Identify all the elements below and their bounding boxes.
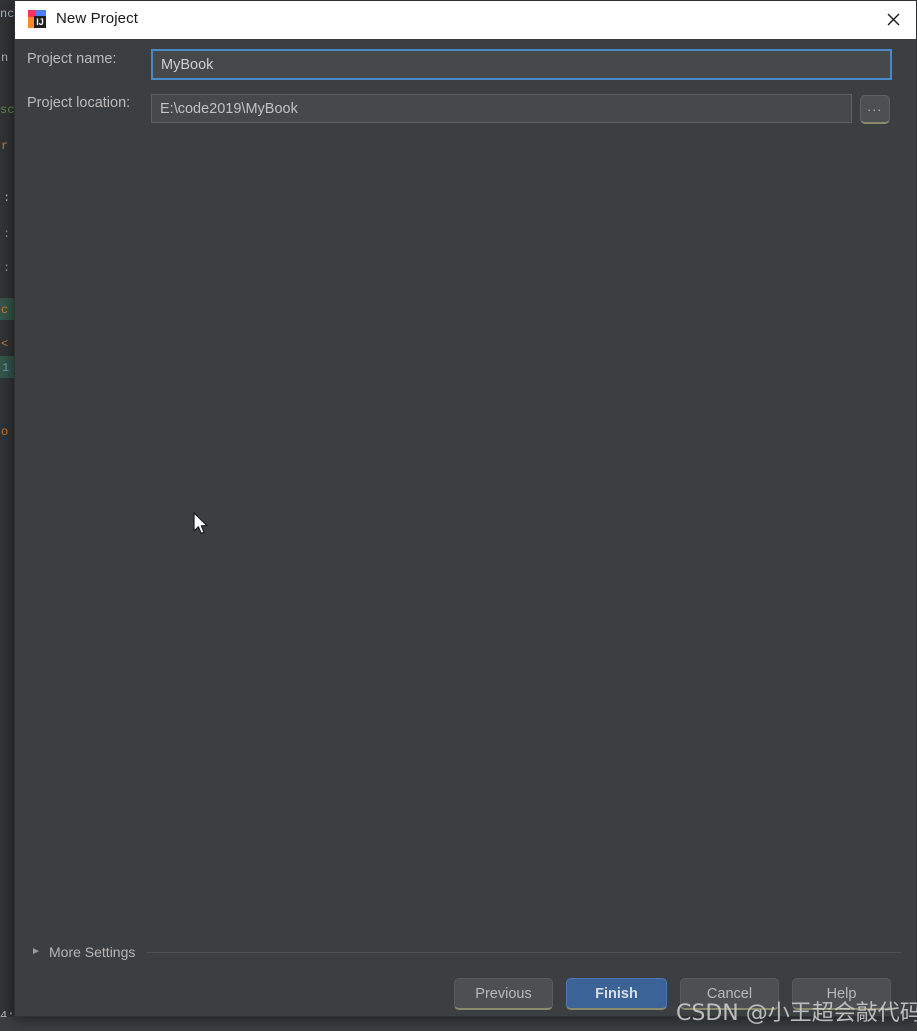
ide-status-bar (0, 1017, 917, 1031)
previous-button[interactable]: Previous (454, 978, 553, 1010)
browse-location-button[interactable]: ... (860, 95, 890, 124)
code-fragment: r (1, 139, 9, 153)
code-fragment: : (3, 261, 11, 275)
code-fragment: o (1, 425, 9, 439)
dialog-body: Project name: Project location: ... ► Mo… (15, 39, 916, 1016)
project-name-input[interactable] (151, 49, 892, 80)
intellij-idea-icon: IJ (27, 9, 47, 29)
more-settings-divider (147, 951, 901, 953)
more-settings-label: More Settings (49, 944, 136, 960)
code-fragment: n (1, 51, 9, 65)
code-fragment: < (1, 337, 9, 351)
code-fragment: nc (0, 7, 15, 21)
svg-text:IJ: IJ (36, 17, 44, 27)
project-name-label: Project name: (27, 51, 117, 67)
code-fragment: : (3, 227, 11, 241)
new-project-dialog: IJ New Project Project name: Project loc… (14, 0, 917, 1017)
code-fragment: sc (0, 103, 15, 117)
ide-gutter (0, 0, 14, 1031)
help-button[interactable]: Help (792, 978, 891, 1010)
code-fragment: c (1, 303, 9, 317)
code-fragment: 1 (2, 361, 10, 375)
project-location-input[interactable] (151, 94, 852, 123)
mouse-cursor (192, 512, 212, 538)
finish-button[interactable]: Finish (566, 978, 667, 1010)
chevron-right-icon: ► (31, 946, 41, 957)
close-icon[interactable] (870, 1, 916, 38)
cancel-button[interactable]: Cancel (680, 978, 779, 1010)
code-fragment: : (3, 191, 11, 205)
more-settings-toggle[interactable]: ► More Settings (31, 942, 901, 962)
dialog-title: New Project (56, 10, 138, 27)
dialog-titlebar: IJ New Project (15, 1, 916, 40)
project-location-label: Project location: (27, 95, 131, 111)
